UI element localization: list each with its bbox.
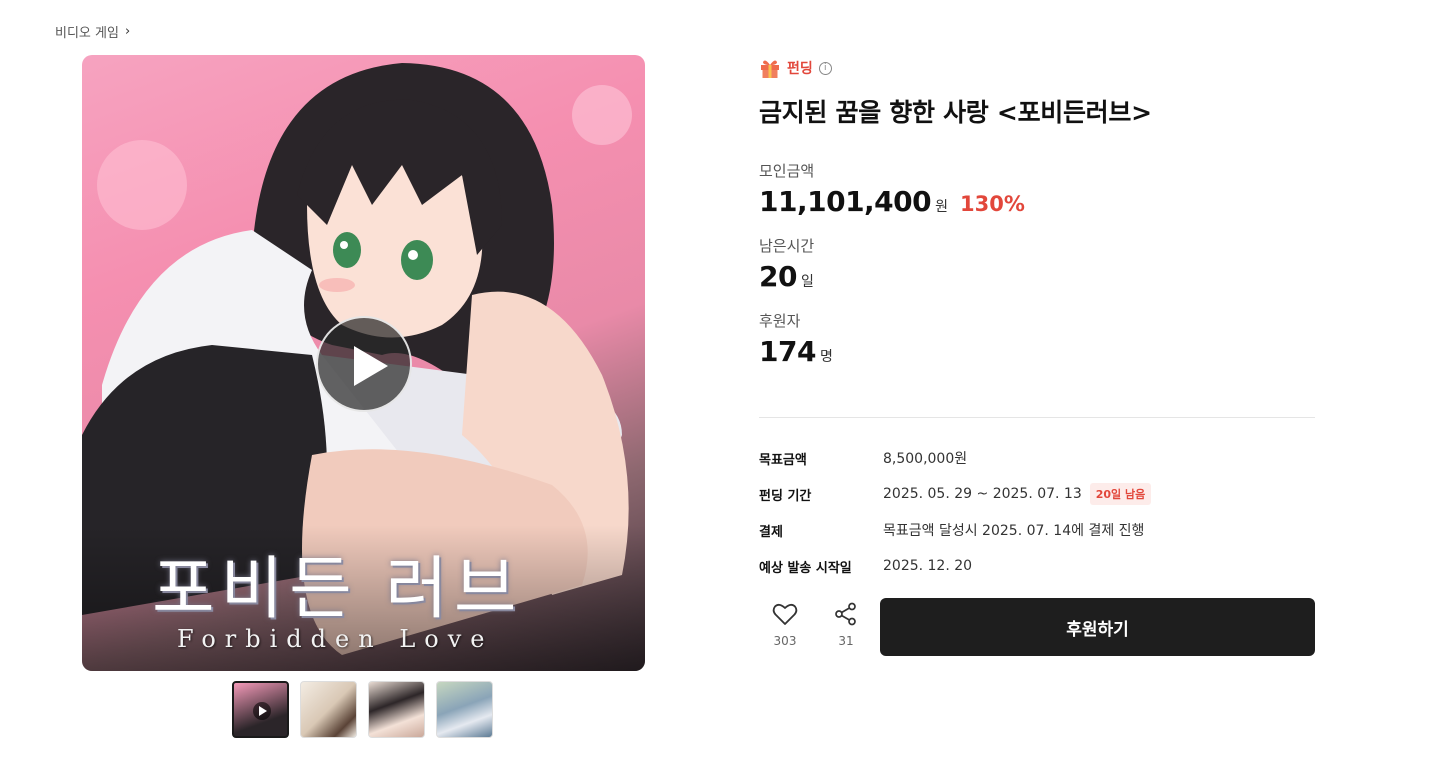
hero-media[interactable]: 포비든 러브 Forbidden Love	[82, 55, 645, 671]
action-bar: 303 31 후원하기	[759, 598, 1315, 656]
hero-subtitle-art: Forbidden Love	[177, 625, 494, 653]
like-button[interactable]: 303	[759, 602, 811, 648]
remaining-days: 20	[759, 260, 797, 293]
play-icon	[253, 702, 271, 720]
play-video-button[interactable]	[316, 316, 412, 412]
detail-row-period: 펀딩 기간 2025. 05. 29 ~ 2025. 07. 13 20일 남음	[759, 476, 1315, 512]
period-value: 2025. 05. 29 ~ 2025. 07. 13	[883, 486, 1082, 502]
funding-details: 목표금액 8,500,000원 펀딩 기간 2025. 05. 29 ~ 202…	[759, 440, 1315, 584]
backers-unit: 명	[819, 349, 833, 365]
breadcrumb[interactable]: 비디오 게임 ›	[55, 22, 130, 41]
like-count: 303	[773, 634, 797, 648]
share-button[interactable]: 31	[820, 602, 872, 648]
payment-value: 목표금액 달성시 2025. 07. 14에 결제 진행	[883, 523, 1145, 539]
thumbnail-4[interactable]	[436, 681, 493, 738]
hero-title-art: 포비든 러브	[152, 550, 523, 629]
detail-row-payment: 결제 목표금액 달성시 2025. 07. 14에 결제 진행	[759, 512, 1315, 548]
raised-unit: 원	[935, 199, 949, 215]
share-count: 31	[838, 634, 854, 648]
raised-label: 모인금액	[759, 162, 815, 180]
thumbnail-1[interactable]	[232, 681, 289, 738]
tag-label: 펀딩	[787, 61, 813, 77]
days-left-badge: 20일 남음	[1089, 483, 1152, 505]
chevron-right-icon: ›	[124, 24, 131, 39]
raised-percent: 130%	[960, 192, 1025, 216]
project-title: 금지된 꿈을 향한 사랑 <포비든러브>	[759, 98, 1152, 127]
support-button[interactable]: 후원하기	[880, 598, 1315, 656]
detail-row-shipping: 예상 발송 시작일 2025. 12. 20	[759, 548, 1315, 584]
thumbnail-strip	[232, 681, 493, 738]
payment-label: 결제	[759, 524, 783, 540]
raised-amount: 11,101,400	[759, 185, 932, 218]
remaining-unit: 일	[800, 274, 814, 290]
info-icon[interactable]: i	[818, 61, 832, 75]
shipping-label: 예상 발송 시작일	[759, 560, 852, 576]
breadcrumb-label: 비디오 게임	[55, 26, 119, 41]
backers-section: 후원자 174 명	[759, 310, 1315, 368]
thumbnail-3[interactable]	[368, 681, 425, 738]
goal-label: 목표금액	[759, 452, 807, 468]
shipping-value: 2025. 12. 20	[883, 558, 973, 574]
raised-section: 모인금액 11,101,400 원 130%	[759, 160, 1315, 218]
thumbnail-2[interactable]	[300, 681, 357, 738]
remaining-label: 남은시간	[759, 237, 815, 255]
divider	[759, 417, 1315, 418]
heart-icon	[772, 603, 798, 625]
period-label: 펀딩 기간	[759, 488, 812, 504]
detail-row-goal: 목표금액 8,500,000원	[759, 440, 1315, 476]
project-info: 펀딩 i 금지된 꿈을 향한 사랑 <포비든러브> 모인금액 11,101,40…	[759, 55, 1315, 368]
backers-label: 후원자	[759, 312, 801, 330]
remaining-section: 남은시간 20 일	[759, 235, 1315, 293]
gift-icon	[761, 60, 779, 78]
backers-count: 174	[759, 335, 816, 368]
project-tag: 펀딩 i	[759, 55, 1315, 81]
goal-value: 8,500,000원	[883, 451, 968, 467]
share-icon	[835, 602, 856, 626]
